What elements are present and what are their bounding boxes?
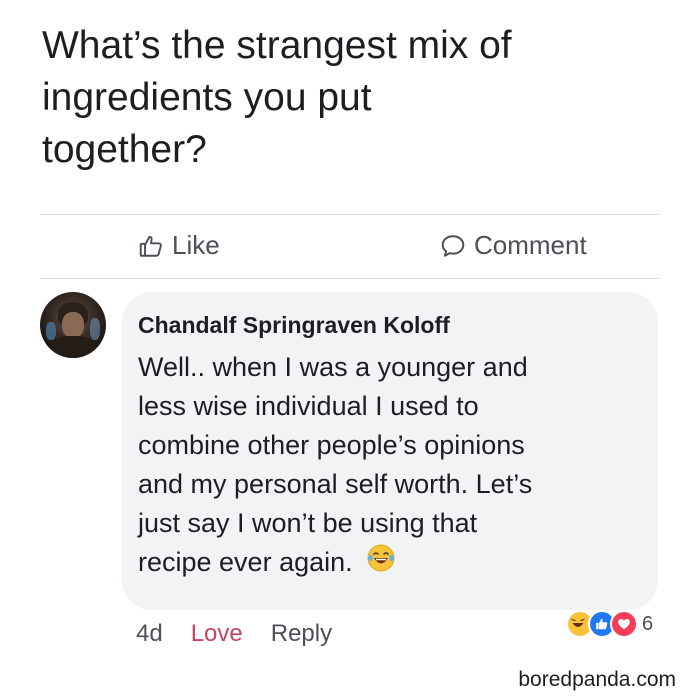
thumbs-up-icon bbox=[138, 233, 164, 259]
comment-line-last: recipe ever again. bbox=[138, 543, 648, 584]
avatar[interactable] bbox=[40, 292, 106, 358]
comment-line: combine other people’s opinions bbox=[138, 430, 525, 460]
post-action-bar: Like Comment bbox=[40, 222, 660, 276]
reaction-summary[interactable]: 6 bbox=[566, 609, 653, 639]
comment-line: less wise individual I used to bbox=[138, 391, 479, 421]
avatar-detail bbox=[90, 318, 100, 340]
watermark: boredpanda.com bbox=[518, 668, 676, 691]
comment-line: recipe ever again. bbox=[138, 547, 353, 577]
comment-text: Well.. when I was a younger and less wis… bbox=[138, 348, 648, 584]
comment-label: Comment bbox=[474, 230, 587, 260]
reply-button[interactable]: Reply bbox=[271, 620, 332, 648]
top-divider bbox=[40, 214, 660, 215]
love-reaction-button[interactable]: Love bbox=[191, 620, 243, 648]
post-question: What’s the strangest mix of ingredients … bbox=[42, 20, 662, 176]
reaction-count: 6 bbox=[642, 612, 654, 635]
post-line: What’s the strangest mix of bbox=[42, 24, 512, 67]
avatar-detail bbox=[46, 322, 56, 340]
avatar-detail bbox=[50, 336, 96, 358]
laughing-tears-emoji-icon bbox=[366, 543, 396, 584]
like-button[interactable]: Like bbox=[138, 230, 220, 261]
love-reaction-icon bbox=[610, 610, 638, 638]
comment-line: and my personal self worth. Let’s bbox=[138, 469, 533, 499]
comment-meta: 4d Love Reply bbox=[136, 620, 332, 648]
comment-button[interactable]: Comment bbox=[440, 230, 587, 261]
comment-author[interactable]: Chandalf Springraven Koloff bbox=[138, 312, 450, 339]
comment-line: just say I won’t be using that bbox=[138, 508, 478, 538]
avatar-detail bbox=[62, 312, 84, 338]
post-line: ingredients you put bbox=[42, 76, 372, 119]
comment-bubble: Chandalf Springraven Koloff Well.. when … bbox=[122, 292, 658, 610]
post-line: together? bbox=[42, 128, 207, 171]
comment-time[interactable]: 4d bbox=[136, 620, 163, 648]
bottom-divider bbox=[40, 278, 660, 279]
like-label: Like bbox=[172, 230, 220, 260]
comment-line: Well.. when I was a younger and bbox=[138, 352, 528, 382]
speech-bubble-icon bbox=[440, 233, 466, 259]
